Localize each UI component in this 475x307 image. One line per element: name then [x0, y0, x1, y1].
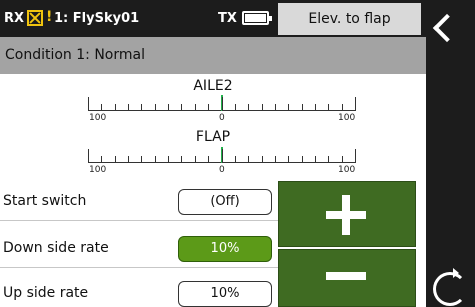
gauge-tick	[222, 97, 223, 111]
back-button[interactable]	[426, 0, 475, 60]
gauge-tick	[128, 104, 129, 111]
gauge-tick	[141, 156, 142, 163]
channel-label-flap: FLAP	[195, 129, 231, 145]
gauge-tick	[275, 104, 276, 111]
gauge-tick	[315, 156, 316, 163]
gauge-tick	[355, 97, 356, 111]
gauge-tick	[222, 149, 223, 163]
side-rail	[426, 0, 475, 307]
gauge-tick	[88, 97, 89, 111]
page-title: Elev. to flap	[278, 3, 421, 35]
up-side-rate-row: Up side rate 10%	[0, 275, 278, 307]
gauge-tick	[208, 156, 209, 163]
gauge-tick	[342, 104, 343, 111]
up-side-rate-label: Up side rate	[3, 285, 89, 301]
gauge-tick	[181, 156, 182, 163]
gauge-tick-mid: 0	[219, 165, 225, 175]
start-switch-row: Start switch (Off)	[0, 183, 278, 221]
minus-icon	[326, 272, 366, 280]
gauge-tick	[101, 156, 102, 163]
decrease-button[interactable]	[278, 249, 416, 307]
channel-label-aile2: AILE2	[193, 78, 233, 94]
gauge-tick	[248, 156, 249, 163]
refresh-icon[interactable]	[433, 268, 467, 306]
gauge-tick	[195, 156, 196, 163]
gauge-tick-right: 100	[338, 165, 356, 175]
row-divider	[0, 220, 278, 221]
gauge-tick	[275, 156, 276, 163]
gauge-tick	[141, 104, 142, 111]
gauge-tick	[302, 104, 303, 111]
model-name: 1: FlySky01	[54, 11, 140, 26]
condition-bar[interactable]: Condition 1: Normal	[0, 37, 426, 74]
rx-label: RX	[4, 11, 25, 26]
gauge-tick	[342, 156, 343, 163]
up-side-rate-value[interactable]: 10%	[178, 281, 272, 307]
gauge-tick	[168, 104, 169, 111]
gauge-tick	[168, 156, 169, 163]
gauge-tick-left: 100	[89, 113, 107, 123]
battery-icon	[242, 11, 272, 25]
gauge-tick	[328, 156, 329, 163]
gauge-tick	[128, 156, 129, 163]
gauge-tick-left: 100	[89, 165, 107, 175]
row-divider	[0, 267, 278, 268]
gauge-tick	[262, 156, 263, 163]
down-side-rate-value[interactable]: 10%	[178, 236, 272, 262]
rx-error-x-icon	[27, 10, 43, 26]
start-switch-label: Start switch	[3, 193, 87, 209]
increase-button[interactable]	[278, 181, 416, 247]
gauge-tick	[248, 104, 249, 111]
channel-gauge-flap	[88, 147, 356, 163]
gauge-tick	[208, 104, 209, 111]
gauge-tick	[328, 104, 329, 111]
gauge-tick	[288, 156, 289, 163]
gauge-tick	[195, 104, 196, 111]
gauge-tick	[235, 104, 236, 111]
down-side-rate-label: Down side rate	[3, 240, 109, 256]
back-chevron-icon	[432, 13, 462, 43]
down-side-rate-row: Down side rate 10%	[0, 230, 278, 268]
status-bar: RX ! 1: FlySky01 TX Elev. to flap	[0, 0, 426, 37]
gauge-tick	[155, 156, 156, 163]
gauge-tick	[88, 149, 89, 163]
gauge-tick-mid: 0	[219, 113, 225, 123]
gauge-tick	[101, 104, 102, 111]
gauge-tick	[355, 149, 356, 163]
tx-label: TX	[218, 11, 237, 26]
gauge-tick	[181, 104, 182, 111]
plus-icon-bar-v	[342, 195, 350, 235]
warning-icon: !	[46, 9, 53, 25]
gauge-tick	[155, 104, 156, 111]
gauge-tick	[115, 104, 116, 111]
gauge-tick	[262, 104, 263, 111]
channel-gauge-aile2	[88, 95, 356, 111]
gauge-tick	[315, 104, 316, 111]
gauge-tick	[235, 156, 236, 163]
gauge-tick	[115, 156, 116, 163]
gauge-tick	[288, 104, 289, 111]
gauge-tick-right: 100	[338, 113, 356, 123]
start-switch-button[interactable]: (Off)	[178, 189, 272, 215]
gauge-tick	[302, 156, 303, 163]
